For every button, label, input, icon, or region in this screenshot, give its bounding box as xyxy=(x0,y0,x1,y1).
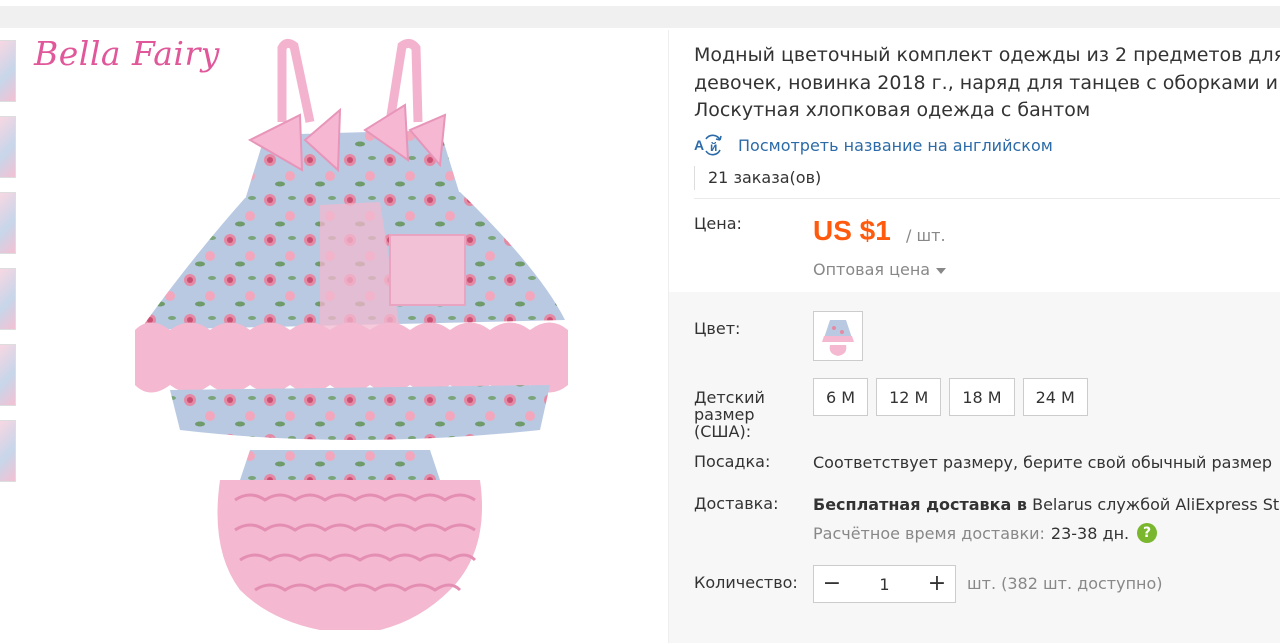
translate-label: Посмотреть название на английском xyxy=(738,135,1053,155)
translate-icon: A й xyxy=(694,134,726,156)
thumbnail-3[interactable] xyxy=(0,192,16,254)
shipping-free-text: Бесплатная доставка в xyxy=(813,495,1028,514)
size-options: 6 M 12 M 18 M 24 M xyxy=(813,378,1088,416)
price-unit: / шт. xyxy=(906,226,946,245)
divider-line xyxy=(694,198,1280,199)
main-product-image[interactable]: Bella Fairy xyxy=(20,30,668,643)
quantity-increase-button[interactable]: + xyxy=(919,566,955,602)
title-line-3: Лоскутная хлопковая одежда с бантом xyxy=(694,99,1091,121)
product-photo xyxy=(135,38,568,630)
color-option-1[interactable] xyxy=(813,311,863,361)
size-option-24m[interactable]: 24 M xyxy=(1022,378,1088,416)
thumbnail-strip xyxy=(0,40,18,496)
eta-value: 23-38 дн. xyxy=(1050,523,1130,543)
size-option-6m[interactable]: 6 M xyxy=(813,378,869,416)
shipping-info[interactable]: Бесплатная доставка в Belarus службой Al… xyxy=(813,495,1280,514)
quantity-decrease-button[interactable]: − xyxy=(814,566,850,602)
thumbnail-1[interactable] xyxy=(0,40,16,102)
thumbnail-6[interactable] xyxy=(0,420,16,482)
size-label-line-3: (США): xyxy=(694,422,752,441)
title-line-1: Модный цветочный комплект одежды из 2 пр… xyxy=(694,44,1280,66)
size-label: Детский размер (США): xyxy=(694,389,765,440)
shipping-label: Доставка: xyxy=(694,494,779,513)
eta-label: Расчётное время доставки: xyxy=(813,523,1045,543)
thumbnail-4[interactable] xyxy=(0,268,16,330)
color-thumbnail-icon xyxy=(814,312,862,360)
wholesale-price-dropdown[interactable]: Оптовая цена xyxy=(813,260,947,279)
browser-top-bar xyxy=(0,0,1280,28)
svg-text:A: A xyxy=(694,137,704,153)
delivery-estimate: Расчётное время доставки: 23-38 дн. ? xyxy=(813,523,1158,543)
size-label-line-2: размер xyxy=(694,405,755,424)
translate-title-link[interactable]: A й Посмотреть название на английском xyxy=(694,134,1053,156)
shipping-service-text: Belarus службой AliExpress Stan xyxy=(1027,495,1280,514)
price-value: US $1 xyxy=(813,215,891,246)
wholesale-label: Оптовая цена xyxy=(813,260,931,279)
thumbnail-5[interactable] xyxy=(0,344,16,406)
quantity-label: Количество: xyxy=(694,573,798,592)
fit-value: Соответствует размеру, берите свой обычн… xyxy=(813,453,1272,472)
title-line-2: девочек, новинка 2018 г., наряд для танц… xyxy=(694,71,1280,94)
quantity-stepper: − 1 + xyxy=(813,565,956,603)
question-icon[interactable]: ? xyxy=(1137,523,1158,543)
fit-label: Посадка: xyxy=(694,452,771,471)
quantity-available: шт. (382 шт. доступно) xyxy=(967,574,1163,593)
price-label: Цена: xyxy=(694,214,742,233)
brand-watermark: Bella Fairy xyxy=(34,34,220,73)
product-title: Модный цветочный комплект одежды из 2 пр… xyxy=(694,42,1280,125)
quantity-input[interactable]: 1 xyxy=(850,575,919,594)
size-option-12m[interactable]: 12 M xyxy=(876,378,942,416)
thumbnail-2[interactable] xyxy=(0,116,16,178)
svg-text:й: й xyxy=(710,140,717,154)
size-label-line-1: Детский xyxy=(694,388,765,407)
color-label: Цвет: xyxy=(694,319,741,338)
chevron-down-icon xyxy=(936,267,947,274)
size-option-18m[interactable]: 18 M xyxy=(949,378,1015,416)
orders-count: 21 заказа(ов) xyxy=(694,166,821,190)
